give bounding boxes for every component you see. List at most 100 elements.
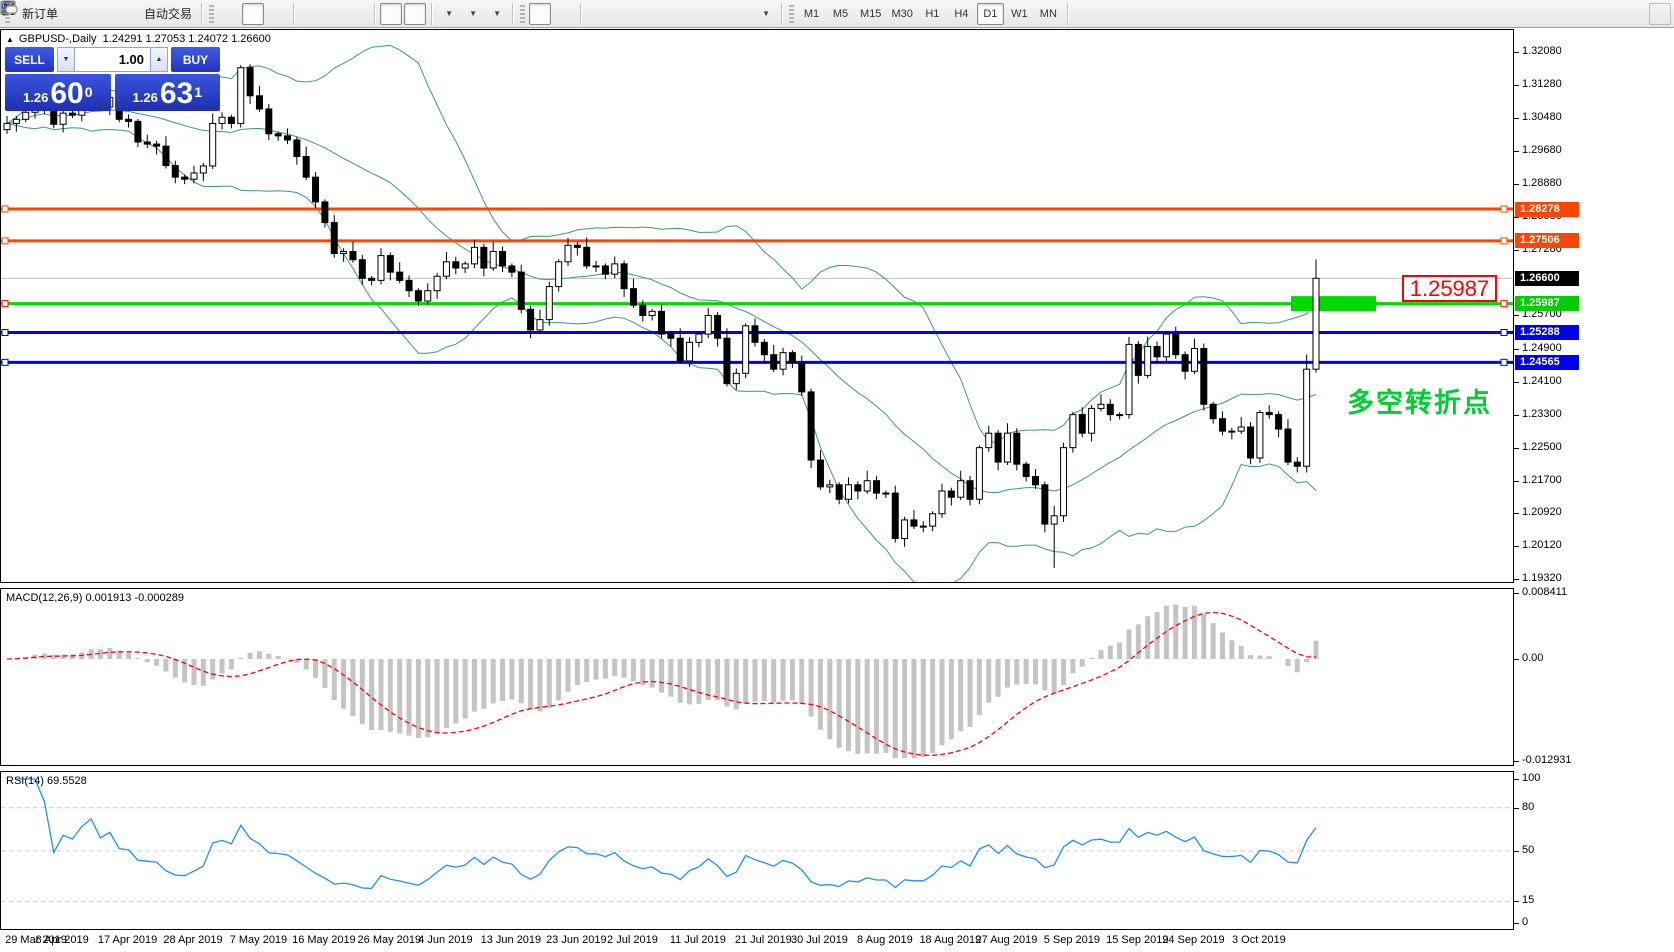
timeframe-M1[interactable]: M1 [798, 3, 825, 25]
price-axis[interactable]: 1.320801.312801.304801.296801.288801.280… [1514, 29, 1674, 952]
axis-tick [1514, 923, 1519, 924]
arrows-tool-button[interactable]: ▼ [754, 3, 776, 25]
text-tool-button[interactable]: A [706, 3, 728, 25]
date-axis[interactable]: 29 Mar 20198 Apr 201917 Apr 201928 Apr 2… [0, 930, 1514, 952]
macd-pane[interactable]: MACD(12,26,9) 0.001913 -0.000289 [0, 588, 1514, 766]
line-anchor-icon[interactable] [2, 359, 8, 365]
price-tag-1.28278: 1.28278 [1515, 202, 1579, 217]
timeframe-MN[interactable]: MN [1035, 3, 1062, 25]
market-watch-button[interactable] [64, 3, 86, 25]
toolbar-grip[interactable] [209, 5, 214, 23]
price-tag-1.25288: 1.25288 [1515, 325, 1579, 340]
dropdown-arrow-icon: ▼ [493, 9, 501, 18]
auto-trading-button[interactable]: 自动交易 [136, 3, 196, 25]
timeframe-W1[interactable]: W1 [1006, 3, 1033, 25]
price-callout-label[interactable]: 1.25987 [1402, 275, 1497, 302]
chart-title: ▲GBPUSD-,Daily 1.24291 1.27053 1.24072 1… [6, 33, 271, 45]
price-tick-label: 1.30480 [1522, 111, 1562, 123]
rsi-pane[interactable]: RSI(14) 69.5528 [0, 771, 1514, 930]
timeframe-D1[interactable]: D1 [977, 3, 1004, 25]
fibonacci-tool-button[interactable]: F [682, 3, 704, 25]
chart-shift-button[interactable] [404, 3, 426, 25]
line-anchor-icon[interactable] [1501, 301, 1507, 307]
tile-windows-button[interactable] [347, 3, 369, 25]
macd-label: MACD(12,26,9) 0.001913 -0.000289 [6, 592, 184, 604]
line-anchor-icon[interactable] [1501, 238, 1507, 244]
main-chart-canvas[interactable] [1, 30, 1513, 582]
timeframe-M5[interactable]: M5 [827, 3, 854, 25]
text-label-tool-button[interactable]: T [730, 3, 752, 25]
price-tick-label: 1.20920 [1522, 506, 1562, 518]
timeframe-H1[interactable]: H1 [919, 3, 946, 25]
bb-lower-band[interactable] [7, 123, 1316, 582]
axis-tick [1514, 779, 1519, 780]
axis-tick [1514, 85, 1519, 86]
dropdown-arrow-icon: ▼ [469, 9, 477, 18]
axis-tick [1514, 901, 1519, 902]
axis-tick [1514, 184, 1519, 185]
search-button[interactable] [1625, 3, 1647, 25]
templates-button[interactable]: ▼ [485, 3, 507, 25]
axis-tick [1514, 579, 1519, 580]
sell-price-display[interactable]: 1.26600 [5, 74, 111, 111]
bar-chart-button[interactable] [218, 3, 240, 25]
volume-increase-button[interactable]: ▲ [150, 47, 168, 72]
main-chart-pane[interactable]: ▲GBPUSD-,Daily 1.24291 1.27053 1.24072 1… [0, 29, 1514, 583]
volume-decrease-button[interactable]: ▼ [57, 47, 75, 72]
axis-tick [1514, 52, 1519, 53]
trendline-tool-button[interactable] [634, 3, 656, 25]
collapse-arrow-icon[interactable]: ▲ [6, 35, 14, 44]
vertical-line-tool-button[interactable] [586, 3, 608, 25]
toolbar-separator [512, 3, 513, 25]
candlestick-chart-button[interactable] [242, 3, 264, 25]
auto-scroll-button[interactable] [380, 3, 402, 25]
line-anchor-icon[interactable] [2, 330, 8, 336]
rsi-value: 69.5528 [47, 775, 87, 787]
line-anchor-icon[interactable] [2, 206, 8, 212]
macd-signal-value: -0.000289 [134, 592, 184, 604]
toolbar-separator [431, 3, 432, 25]
line-anchor-icon[interactable] [1501, 330, 1507, 336]
timeframe-group: M1M5M15M30H1H4D1W1MN [797, 3, 1063, 25]
indicators-button[interactable]: ▼ [437, 3, 459, 25]
crosshair-tool-button[interactable] [553, 3, 575, 25]
channel-tool-button[interactable]: E [658, 3, 680, 25]
periods-button[interactable]: ▼ [461, 3, 483, 25]
horizontal-line-tool-button[interactable] [610, 3, 632, 25]
timeframe-M30[interactable]: M30 [887, 3, 916, 25]
line-anchor-icon[interactable] [2, 301, 8, 307]
volume-input[interactable]: 1.00 [75, 47, 150, 72]
sell-button[interactable]: SELL [5, 47, 54, 72]
cursor-tool-button[interactable] [529, 3, 551, 25]
sell-price-pip: 0 [85, 74, 93, 110]
line-chart-button[interactable] [266, 3, 288, 25]
line-anchor-icon[interactable] [1501, 359, 1507, 365]
timeframe-H4[interactable]: H4 [948, 3, 975, 25]
buy-price-display[interactable]: 1.26631 [115, 74, 221, 111]
toolbar-grip[interactable] [520, 5, 525, 23]
rsi-canvas[interactable] [1, 772, 1513, 929]
new-order-button[interactable]: 新订单 [14, 3, 62, 25]
profile-button[interactable] [88, 3, 110, 25]
macd-canvas[interactable] [1, 589, 1513, 765]
chart-note-text[interactable]: 多空转折点 [1347, 381, 1492, 420]
chat-button[interactable] [1649, 3, 1671, 25]
toolbar-grip[interactable] [789, 5, 794, 23]
candlesticks[interactable] [4, 64, 1319, 567]
toolbar-separator [580, 3, 581, 25]
price-tag-1.26600: 1.26600 [1515, 271, 1579, 286]
line-anchor-icon[interactable] [2, 238, 8, 244]
new-order-label: 新订单 [22, 5, 58, 22]
highlight-box[interactable] [1291, 296, 1376, 311]
axis-tick [1514, 481, 1519, 482]
toolbar-separator [293, 3, 294, 25]
rsi-label: RSI(14) 69.5528 [6, 775, 87, 787]
zoom-out-button[interactable] [323, 3, 345, 25]
timeframe-M15[interactable]: M15 [856, 3, 885, 25]
rsi-axis-label: 80 [1522, 801, 1534, 813]
buy-button[interactable]: BUY [171, 47, 220, 72]
signals-button[interactable] [112, 3, 134, 25]
auto-trading-label: 自动交易 [144, 5, 192, 22]
line-anchor-icon[interactable] [1501, 206, 1507, 212]
zoom-in-button[interactable] [299, 3, 321, 25]
